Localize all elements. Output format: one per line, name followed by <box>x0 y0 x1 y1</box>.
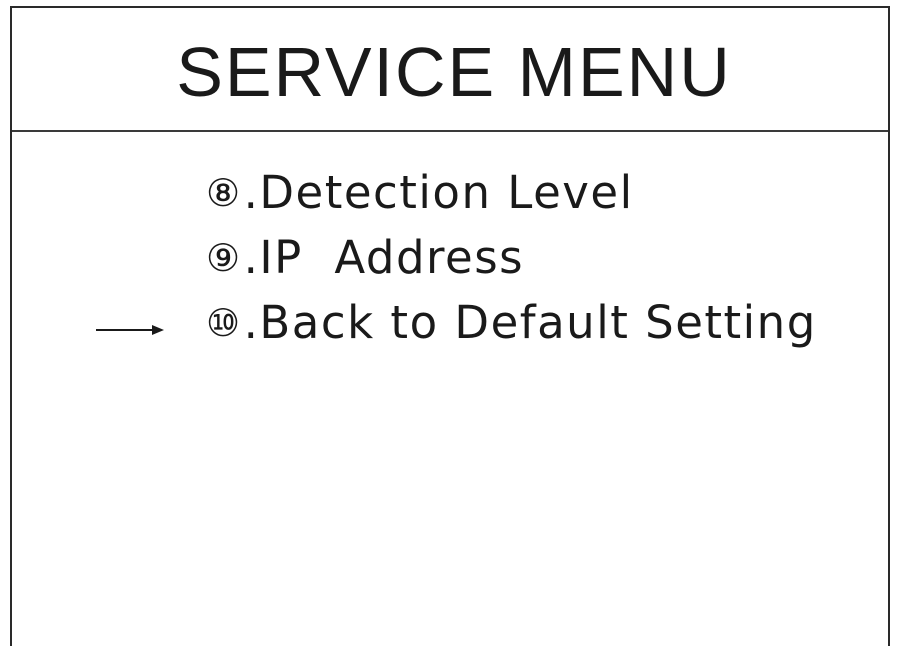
menu-item-number: ⑧ <box>206 170 242 215</box>
service-menu-list: ⑧ .Detection Level ⑨ .IP Address ⑩ .Back… <box>206 160 817 355</box>
menu-item-back-to-default-setting[interactable]: ⑩ .Back to Default Setting <box>206 290 817 355</box>
menu-item-label: .Detection Level <box>243 166 634 219</box>
title-bar: SERVICE MENU <box>12 8 888 132</box>
menu-item-ip-address[interactable]: ⑨ .IP Address <box>206 225 817 290</box>
menu-item-detection-level[interactable]: ⑧ .Detection Level <box>206 160 817 225</box>
menu-item-number: ⑩ <box>206 300 242 345</box>
menu-item-label: .IP Address <box>243 231 525 284</box>
arrow-right-icon <box>96 325 164 335</box>
page-title: SERVICE MENU <box>176 33 732 111</box>
menu-item-label: .Back to Default Setting <box>243 296 817 349</box>
menu-item-number: ⑨ <box>206 235 242 280</box>
